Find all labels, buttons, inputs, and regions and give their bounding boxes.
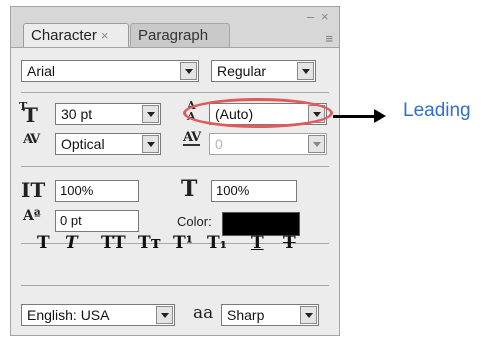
chevron-down-icon[interactable]	[300, 306, 317, 324]
annotation-arrow-head	[374, 109, 386, 123]
baseline-shift-value: 0 pt	[60, 213, 82, 228]
tracking-value: 0	[215, 136, 223, 152]
anti-alias-select[interactable]: Sharp	[221, 304, 319, 326]
horizontal-scale-field[interactable]: 100%	[211, 180, 297, 202]
horizontal-scale-value: 100%	[216, 183, 250, 198]
chevron-down-icon[interactable]	[308, 135, 325, 153]
font-style-select[interactable]: Regular	[211, 60, 316, 82]
tab-close-icon[interactable]: ×	[101, 28, 109, 43]
kerning-select[interactable]: Optical	[55, 133, 161, 155]
kerning-icon: AV	[23, 132, 40, 147]
baseline-shift-icon: Aª	[23, 208, 41, 224]
faux-italic-button[interactable]: T	[65, 233, 78, 253]
close-icon[interactable]: ×	[321, 10, 329, 23]
all-caps-button[interactable]: TT	[101, 233, 126, 253]
leading-highlight-oval	[183, 98, 333, 128]
language-select[interactable]: English: USA	[21, 304, 175, 326]
character-panel: – × Character × Paragraph ≡ Arial Regular…	[10, 6, 340, 336]
vertical-scale-value: 100%	[60, 183, 94, 198]
tab-paragraph[interactable]: Paragraph	[130, 23, 230, 47]
chevron-down-icon[interactable]	[142, 105, 159, 123]
color-label: Color:	[177, 214, 212, 229]
font-size-value: 30 pt	[61, 106, 93, 122]
small-caps-button[interactable]: Tт	[138, 233, 161, 253]
underline-button[interactable]: T	[251, 233, 264, 253]
font-style-value: Regular	[217, 63, 267, 79]
panel-menu-icon[interactable]: ≡	[325, 31, 333, 46]
font-family-select[interactable]: Arial	[21, 60, 199, 82]
font-size-icon-small: T	[19, 100, 28, 113]
chevron-down-icon[interactable]	[297, 62, 314, 80]
divider	[21, 285, 329, 286]
superscript-button[interactable]: T¹	[173, 233, 193, 253]
chevron-down-icon[interactable]	[156, 306, 173, 324]
chevron-down-icon[interactable]	[180, 62, 197, 80]
strikethrough-button[interactable]: T	[283, 233, 296, 253]
tracking-select[interactable]: 0	[209, 133, 327, 155]
anti-alias-icon: aa	[193, 303, 214, 323]
language-value: English: USA	[27, 307, 110, 323]
tab-character[interactable]: Character ×	[23, 23, 129, 47]
chevron-down-icon[interactable]	[142, 135, 159, 153]
panel-titlebar: – × Character × Paragraph ≡	[11, 7, 339, 49]
annotation-arrow-line	[333, 115, 377, 118]
minimize-icon[interactable]: –	[307, 10, 314, 23]
font-size-select[interactable]: 30 pt	[55, 103, 161, 125]
baseline-shift-field[interactable]: 0 pt	[55, 210, 139, 232]
vertical-scale-icon: IT	[21, 178, 46, 202]
divider	[21, 166, 329, 167]
subscript-button[interactable]: T₁	[207, 233, 227, 253]
panel-body: Arial Regular T T 30 pt AA (Auto) AV Opt…	[11, 47, 339, 335]
font-family-value: Arial	[27, 63, 56, 79]
horizontal-scale-icon: T	[181, 176, 198, 202]
divider	[21, 92, 329, 93]
anti-alias-value: Sharp	[227, 307, 265, 323]
kerning-value: Optical	[61, 136, 105, 152]
tab-paragraph-label: Paragraph	[138, 27, 209, 44]
leading-annotation-label: Leading	[403, 100, 471, 121]
faux-bold-button[interactable]: T	[37, 233, 50, 253]
tab-character-label: Character	[31, 27, 97, 44]
vertical-scale-field[interactable]: 100%	[55, 180, 139, 202]
tracking-icon: AV	[183, 130, 201, 146]
